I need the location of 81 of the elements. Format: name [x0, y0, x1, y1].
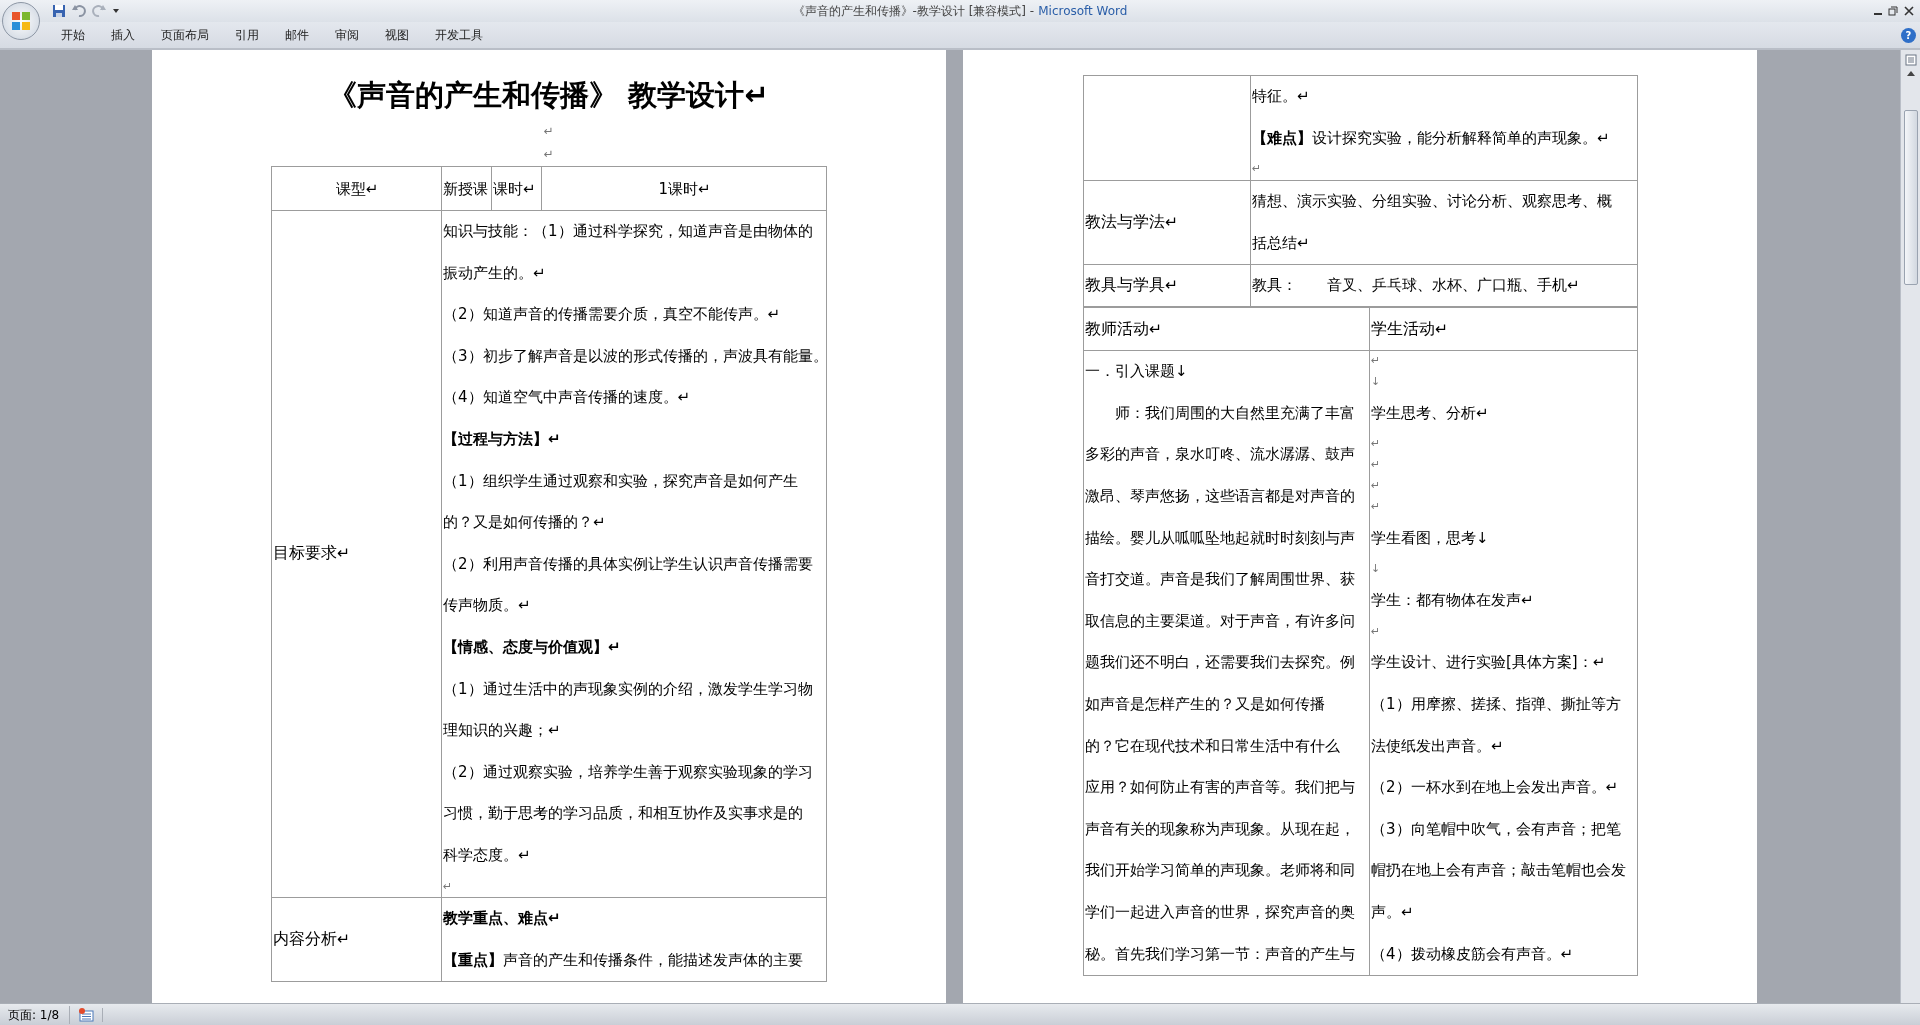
save-button[interactable]	[52, 4, 66, 18]
minimize-icon	[1874, 13, 1882, 15]
paragraph-mark: ↵	[1371, 436, 1382, 453]
close-button[interactable]	[1904, 6, 1914, 16]
caret-icon	[112, 7, 120, 15]
ruler-icon	[1904, 54, 1917, 66]
cell-paragraph: （2）知道声音的传播需要介质，真空不能传声。↵	[443, 304, 781, 326]
cell-paragraph: 教学重点、难点↵	[443, 908, 561, 930]
office-button[interactable]	[2, 2, 40, 40]
cell-paragraph: 学生看图，思考↓	[1371, 527, 1489, 549]
cell-paragraph: （4）拨动橡皮筋会有声音。↵	[1371, 943, 1574, 965]
cell-paragraph: 教具： 音叉、乒乓球、水杯、广口瓶、手机↵	[1252, 275, 1580, 297]
scroll-up-button[interactable]	[1905, 69, 1916, 77]
row-label: 内容分析↵	[273, 930, 350, 949]
table-cell: 课时↵	[491, 166, 542, 211]
table-cell: 学生活动↵	[1369, 306, 1638, 351]
cell-paragraph: 特征。↵	[1252, 86, 1310, 107]
paragraph-mark: ↵	[1371, 457, 1382, 474]
ruler-toggle-button[interactable]	[1904, 54, 1917, 66]
office-logo-icon	[10, 10, 32, 32]
row-label: 教具与学具↵	[1085, 276, 1178, 295]
restore-button[interactable]	[1888, 6, 1898, 16]
app-name: Microsoft Word	[1038, 4, 1128, 18]
cell-paragraph: 【过程与方法】↵	[443, 428, 561, 450]
help-button[interactable]: ?	[1901, 27, 1916, 43]
cell-paragraph: 【重点】声音的产生和传播条件，能描述发声体的主要	[443, 949, 803, 971]
paragraph-mark: ↵	[542, 123, 555, 140]
cell-paragraph: 学生设计、进行实验[具体方案]：↵	[1371, 652, 1606, 674]
paragraph-mark: ↵	[1371, 353, 1382, 370]
ribbon-tab[interactable]: 插入	[98, 26, 148, 44]
cell-paragraph: （2）利用声音传播的具体实例让学生认识声音传播需要 传声物质。↵	[443, 553, 813, 617]
paragraph-mark: ↓	[1371, 561, 1382, 578]
paragraph-mark: ↵	[1371, 623, 1382, 640]
redo-icon	[92, 4, 106, 18]
undo-button[interactable]	[72, 4, 86, 18]
save-icon	[52, 4, 66, 18]
paragraph-mark: ↵	[443, 878, 454, 895]
cell-paragraph: 学生思考、分析↵	[1371, 402, 1489, 424]
customize-button[interactable]	[112, 7, 120, 15]
cell-paragraph: （3）向笔帽中吹气，会有声音；把笔 帽扔在地上会有声音；敲击笔帽也会发 声。↵	[1371, 818, 1626, 923]
paragraph-mark: ↵	[542, 146, 555, 163]
paragraph-mark: ↵	[1371, 478, 1382, 495]
cell-paragraph: 一．引入课题↓	[1085, 361, 1188, 383]
ribbon-tab[interactable]: 视图	[372, 26, 422, 44]
page-indicator[interactable]: 页面: 1/8	[0, 1005, 71, 1024]
table-cell: 1课时↵	[541, 166, 827, 211]
table-cell: 教师活动↵	[1083, 306, 1370, 351]
cell-paragraph: （4）知道空气中声音传播的速度。↵	[443, 387, 691, 409]
cell-paragraph: （3）初步了解声音是以波的形式传播的，声波具有能量。	[443, 345, 828, 367]
cell-paragraph: 知识与技能：（1）通过科学探究，知道声音是由物体的 振动产生的。↵	[443, 221, 813, 284]
up-arrow-icon	[1905, 69, 1916, 77]
cell-paragraph: 【情感、态度与价值观】↵	[443, 636, 621, 658]
ribbon-tab[interactable]: 开始	[48, 26, 98, 44]
paragraph-mark: ↵	[1252, 161, 1263, 178]
paragraph-mark: ↓	[1371, 374, 1382, 391]
cell-paragraph: 【难点】设计探究实验，能分析解释简单的声现象。↵	[1252, 127, 1610, 149]
document-title: 《声音的产生和传播》 教学设计↵	[327, 77, 770, 114]
cell-paragraph: （1）用摩擦、搓揉、指弹、撕扯等方 法使纸发出声音。↵	[1371, 694, 1621, 757]
window-title: 《声音的产生和传播》-教学设计 [兼容模式] -	[792, 4, 1035, 18]
cell-paragraph: （2）一杯水到在地上会发出声音。↵	[1371, 777, 1619, 799]
close-icon	[1904, 6, 1914, 16]
cell-paragraph: （1）通过生活中的声现象实例的介绍，激发学生学习物 理知识的兴趣；↵	[443, 678, 813, 742]
cell-paragraph: （1）组织学生通过观察和实验，探究声音是如何产生 的？又是如何传播的？↵	[443, 470, 798, 534]
cell-paragraph: 师：我们周围的大自然里充满了丰富 多彩的声音，泉水叮咚、流水潺潺、鼓声 激昂、琴声悠扬，这些语言都是对声音的 描绘。婴儿从呱呱坠地起就时时刻刻与声 音打交道。声音是我们了解周围世界、获 取信息的主要渠道。对于声音，有许多问 题我们还不明白，还需要我们去探究。例 如声音是怎样产生的？又是如何传播 的？它在现代技术和日常生活中有什么 应用？如何防止有害的声音等。我们把与 声音有关的现象称为声现象。从现在起， 我们开始学习简单的声现象。老师将和同 学们一起进入声音的世界，探究声音的奥 秘。首先我们学习第一节：声音的产生与	[1085, 402, 1355, 965]
ribbon-tab[interactable]: 邮件	[272, 26, 322, 44]
paragraph-mark: ↵	[1371, 498, 1382, 515]
ribbon-tab[interactable]: 页面布局	[148, 26, 222, 44]
cell-paragraph: 学生：都有物体在发声↵	[1371, 590, 1534, 612]
ribbon-tab[interactable]: 开发工具	[422, 26, 496, 44]
undo-icon	[72, 4, 86, 18]
table-cell: 课型↵	[271, 166, 442, 211]
cell-paragraph: 猜想、演示实验、分组实验、讨论分析、观察思考、概 括总结↵	[1252, 191, 1612, 254]
scroll-thumb[interactable]	[1903, 110, 1918, 285]
ribbon-tab[interactable]: 引用	[222, 26, 272, 44]
cell-paragraph: （2）通过观察实验，培养学生善于观察实验现象的学习 习惯，勤于思考的学习品质，和相互协作及实事求是的 科学态度。↵	[443, 761, 813, 866]
row-label: 教法与学法↵	[1085, 212, 1178, 231]
restore-icon	[1888, 6, 1898, 16]
macro-record-icon[interactable]	[78, 1007, 95, 1022]
table-cell: 新授课	[441, 166, 492, 211]
row-label: 目标要求↵	[273, 544, 350, 563]
ribbon-tab[interactable]: 审阅	[322, 26, 372, 44]
